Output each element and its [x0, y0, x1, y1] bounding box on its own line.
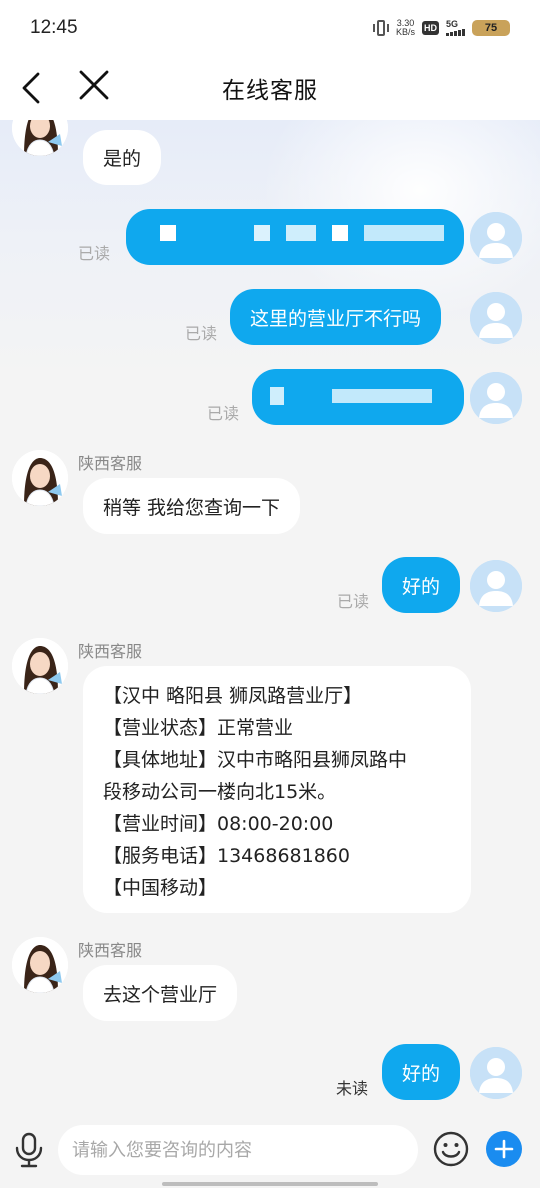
store-info-line: 【汉中 略阳县 狮凤路营业厅】: [103, 685, 363, 707]
page-title: 在线客服: [222, 78, 318, 104]
plus-icon: [494, 1139, 514, 1159]
agent-avatar[interactable]: [12, 450, 68, 506]
battery-icon: 75: [472, 20, 510, 36]
user-avatar[interactable]: [470, 372, 522, 424]
message-bubble-agent: 稍等 我给您查询一下: [83, 478, 301, 534]
status-icons: 3.30 KB/s HD 5G 75: [372, 19, 510, 37]
message-bubble-user: [252, 369, 464, 425]
message-text: 去这个营业厅: [103, 983, 218, 1006]
user-avatar[interactable]: [470, 560, 522, 612]
store-info-line: 【服务电话】13468681860: [103, 845, 350, 867]
close-icon[interactable]: [76, 68, 112, 104]
message-text: 这里的营业厅不行吗: [250, 307, 422, 330]
network-speed-unit: KB/s: [395, 27, 415, 37]
message-bubble-user: [126, 209, 464, 265]
agent-avatar[interactable]: [12, 120, 68, 156]
agent-avatar[interactable]: [12, 937, 68, 993]
message-text: 稍等 我给您查询一下: [103, 496, 281, 519]
network-speed: 3.30 KB/s: [396, 19, 415, 37]
read-status: 已读: [337, 592, 370, 611]
read-status: 已读: [207, 404, 240, 423]
user-avatar[interactable]: [470, 212, 522, 264]
status-bar: 12:45 3.30 KB/s HD 5G 75: [0, 0, 540, 56]
agent-avatar[interactable]: [12, 638, 68, 694]
store-info-line: 【营业时间】08:00-20:00: [103, 813, 334, 835]
home-indicator[interactable]: [162, 1182, 378, 1186]
message-bubble-user: 这里的营业厅不行吗: [230, 289, 442, 345]
store-info-line: 【具体地址】汉中市略阳县狮凤路中: [103, 749, 408, 771]
sender-name: 陕西客服: [78, 642, 143, 661]
battery-level: 75: [484, 22, 498, 34]
read-status: 已读: [185, 324, 218, 343]
message-bubble-agent: 去这个营业厅: [83, 965, 238, 1021]
vibrate-icon: [372, 19, 389, 37]
message-bubble-user: 好的: [382, 1044, 461, 1100]
store-info-card: 【汉中 略阳县 狮凤路营业厅】 【营业状态】正常营业 【具体地址】汉中市略阳县狮…: [83, 666, 471, 913]
message-bubble-user: 好的: [382, 557, 461, 613]
unread-status: 未读: [336, 1079, 369, 1098]
input-bar: [0, 1114, 540, 1188]
user-avatar[interactable]: [470, 292, 522, 344]
store-info-line: 【营业状态】正常营业: [103, 717, 294, 739]
store-info-line: 【中国移动】: [103, 877, 218, 899]
message-text: 是的: [103, 148, 142, 170]
read-status: 已读: [78, 244, 111, 263]
nav-bar: 在线客服: [0, 56, 540, 120]
back-icon[interactable]: [18, 70, 54, 106]
signal-icon: 5G: [446, 20, 465, 36]
message-input[interactable]: [58, 1125, 418, 1175]
message-text: 好的: [402, 1062, 441, 1085]
chat-area[interactable]: 是的 已读 已读 这里的营业厅不行吗 已读 陕西客服 稍等 我给您查询一下 已读…: [0, 120, 540, 1114]
more-button[interactable]: [486, 1131, 522, 1167]
sender-name: 陕西客服: [78, 454, 143, 473]
mic-icon[interactable]: [12, 1132, 46, 1168]
user-avatar[interactable]: [470, 1047, 522, 1099]
signal-label: 5G: [446, 19, 459, 29]
sender-name: 陕西客服: [78, 941, 143, 960]
status-time: 12:45: [30, 17, 78, 38]
message-bubble-agent: 是的: [83, 130, 162, 185]
emoji-icon[interactable]: [432, 1130, 470, 1168]
store-info-line: 段移动公司一楼向北15米。: [103, 781, 337, 803]
message-text: 好的: [402, 575, 441, 598]
hd-badge: HD: [422, 21, 439, 35]
